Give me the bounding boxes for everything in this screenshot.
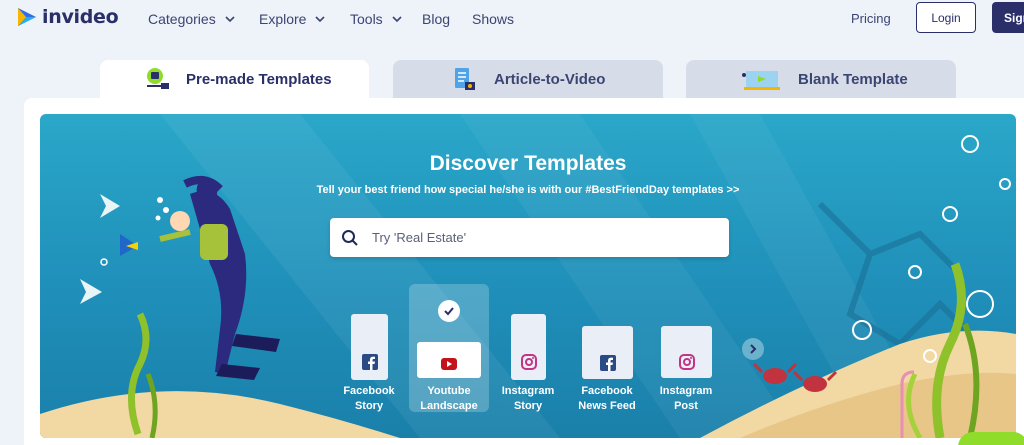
format-shape: [582, 326, 633, 379]
nav-label: Blog: [422, 11, 451, 27]
invideo-logo-icon: [18, 8, 36, 26]
hero-title: Discover Templates: [429, 152, 627, 175]
format-shape: [417, 342, 481, 378]
chevron-down-icon: [315, 16, 326, 23]
nav-explore[interactable]: Explore: [259, 11, 326, 27]
format-label-line: Instagram: [501, 385, 555, 397]
format-shape: [511, 314, 546, 380]
top-nav: invideo Categories Explore Tools Blog Sh…: [0, 0, 1024, 38]
nav-pricing[interactable]: Pricing: [851, 11, 891, 26]
brand-name: invideo: [42, 6, 119, 28]
instagram-icon: [678, 354, 695, 370]
nav-label: Explore: [259, 11, 307, 27]
format-label-line: Story: [354, 400, 384, 412]
format-label: Facebook Story: [329, 384, 409, 414]
format-label: Instagram Story: [488, 384, 568, 414]
format-label: Instagram Post: [646, 384, 726, 414]
format-label: Youtube Landscape: [409, 384, 489, 414]
format-label-line: News Feed: [578, 400, 636, 412]
nav-blog[interactable]: Blog: [422, 11, 450, 27]
format-label-line: Landscape: [420, 400, 478, 412]
search-icon: [342, 229, 358, 246]
next-arrow-button[interactable]: [742, 338, 764, 360]
nav-shows[interactable]: Shows: [472, 11, 514, 27]
template-search: [330, 218, 729, 257]
format-label-line: Post: [674, 400, 698, 412]
tab-premade-templates[interactable]: Pre-made Templates: [100, 60, 369, 99]
chevron-down-icon: [225, 16, 235, 23]
nav-label: Shows: [472, 11, 515, 27]
signup-button[interactable]: Sign: [992, 2, 1024, 33]
nav-tools[interactable]: Tools: [350, 11, 403, 27]
tab-label: Pre-made Templates: [186, 71, 332, 88]
tab-article-to-video[interactable]: Article-to-Video: [393, 60, 663, 99]
format-shape: [661, 326, 712, 378]
tab-label: Blank Template: [798, 71, 908, 88]
checkmark-icon: [438, 300, 460, 322]
instagram-icon: [520, 354, 537, 370]
format-label-line: Youtube: [427, 385, 471, 397]
tab-label: Article-to-Video: [494, 71, 606, 88]
format-label: Facebook News Feed: [567, 384, 647, 414]
brand-logo[interactable]: invideo: [16, 6, 119, 28]
hero-banner: Discover Templates Tell your best friend…: [40, 114, 1016, 438]
facebook-icon: [361, 354, 378, 370]
chevron-right-icon: [750, 344, 757, 354]
youtube-icon: [441, 358, 457, 370]
format-label-line: Facebook: [581, 385, 633, 397]
login-button[interactable]: Login: [916, 2, 976, 33]
hero-subtitle[interactable]: Tell your best friend how special he/she…: [40, 184, 1016, 196]
search-input[interactable]: [372, 230, 702, 245]
format-shape: [351, 314, 388, 380]
blank-canvas-icon: [742, 71, 780, 90]
article-icon: [455, 68, 475, 90]
nav-label: Tools: [350, 11, 383, 27]
nav-label: Categories: [148, 11, 216, 27]
format-label-line: Story: [513, 400, 543, 412]
nav-categories[interactable]: Categories: [148, 11, 236, 27]
laptop-play-icon: [147, 68, 169, 89]
facebook-icon: [599, 354, 616, 371]
chat-widget-button[interactable]: [958, 432, 1024, 445]
format-label-line: Instagram: [659, 385, 713, 397]
chevron-down-icon: [392, 16, 402, 23]
format-label-line: Facebook: [343, 385, 395, 397]
tab-blank-template[interactable]: Blank Template: [686, 60, 956, 99]
